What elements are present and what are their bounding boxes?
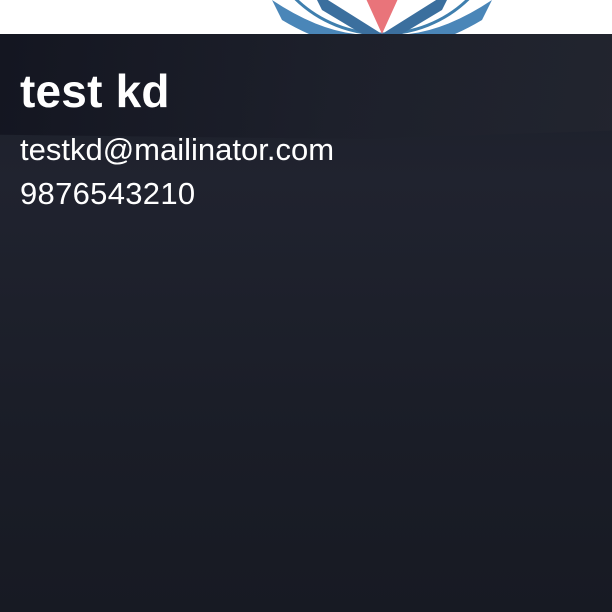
profile-screen: test kd testkd@mailinator.com 9876543210 [0, 0, 612, 612]
profile-logo-icon [252, 0, 512, 34]
profile-phone: 9876543210 [20, 176, 196, 211]
header-area [0, 0, 612, 34]
profile-card: test kd testkd@mailinator.com 9876543210 [0, 34, 612, 612]
profile-email: testkd@mailinator.com [20, 132, 335, 167]
profile-name: test kd [20, 65, 170, 117]
